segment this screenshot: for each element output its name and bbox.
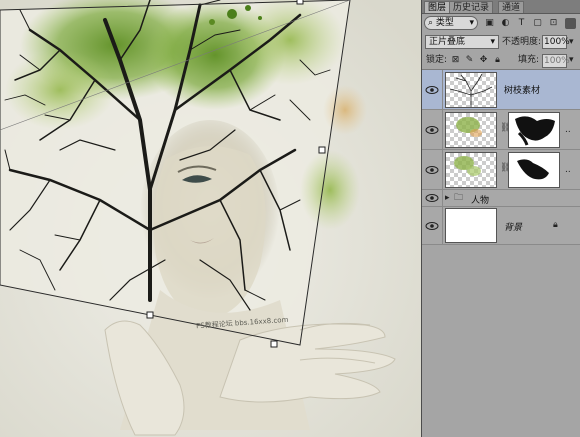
chevron-down-icon[interactable]: ▾ bbox=[569, 36, 574, 48]
layer-mask-thumbnail[interactable] bbox=[508, 112, 560, 148]
layer-thumbnail bbox=[445, 112, 497, 148]
layer-row-background[interactable]: 背景 🔒︎ bbox=[422, 207, 580, 245]
tab-history[interactable]: 历史记录 bbox=[449, 1, 494, 13]
eye-icon[interactable] bbox=[425, 165, 439, 175]
layer-thumbnail bbox=[445, 152, 497, 188]
layer-row-branches[interactable]: 树枝素材 bbox=[422, 70, 580, 110]
blend-mode-select[interactable]: 正片叠底 ▾ bbox=[425, 35, 499, 49]
folder-icon: 🗀︎ bbox=[454, 193, 464, 203]
filter-toggle-icon[interactable] bbox=[565, 18, 576, 29]
fill-label: 填充: bbox=[518, 55, 540, 65]
opacity-label: 不透明度: bbox=[502, 37, 542, 47]
layers-panel: 图层 历史记录 通道 ⌕ 类型 ▾ ▣ ◐ T ▢ ⊡ 正片叠底 ▾ 不透明度:… bbox=[421, 0, 580, 437]
image-filter-icon[interactable]: ▣ bbox=[484, 18, 495, 29]
adjustment-filter-icon[interactable]: ◐ bbox=[500, 18, 511, 29]
smart-object-filter-icon[interactable]: ⊡ bbox=[548, 18, 559, 29]
more-icon: .. bbox=[565, 125, 571, 135]
lock-label: 锁定: bbox=[426, 55, 448, 65]
search-icon: ⌕ bbox=[428, 18, 434, 28]
layer-name[interactable]: 树枝素材 bbox=[504, 83, 540, 96]
layer-filter-select[interactable]: ⌕ 类型 ▾ bbox=[424, 16, 478, 30]
canvas-artwork bbox=[0, 0, 421, 437]
fill-input[interactable]: 100% bbox=[542, 54, 570, 68]
lock-all-icon[interactable]: 🔒︎ bbox=[492, 55, 503, 66]
opacity-input[interactable]: 100% bbox=[542, 35, 570, 49]
panel-tab-bar: 图层 历史记录 通道 bbox=[422, 0, 580, 14]
group-name[interactable]: 人物 bbox=[471, 193, 489, 206]
layer-row-group[interactable]: ▸ 🗀︎ 人物 bbox=[422, 190, 580, 207]
tab-layers[interactable]: 图层 bbox=[424, 1, 451, 13]
lock-image-icon[interactable]: ✎ bbox=[464, 55, 475, 66]
lock-row: 锁定: ⊠ ✎ ✥ 🔒︎ 填充: 100% ▾ bbox=[422, 53, 580, 70]
chevron-down-icon: ▾ bbox=[490, 37, 495, 47]
chevron-down-icon[interactable]: ▾ bbox=[569, 54, 574, 66]
layer-row-masked-2[interactable]: ⛓︎ .. bbox=[422, 150, 580, 190]
eye-icon[interactable] bbox=[425, 85, 439, 95]
eye-icon[interactable] bbox=[425, 193, 439, 203]
text-filter-icon[interactable]: T bbox=[516, 18, 527, 29]
lock-transparent-icon[interactable]: ⊠ bbox=[450, 55, 461, 66]
layer-filter-label: 类型 bbox=[435, 18, 454, 28]
layer-name[interactable]: 背景 bbox=[504, 220, 522, 233]
expand-arrow-icon[interactable]: ▸ bbox=[445, 192, 450, 204]
document-canvas[interactable]: PS教程论坛 bbs.16xx8.com bbox=[0, 0, 421, 437]
blend-row: 正片叠底 ▾ 不透明度: 100% ▾ bbox=[422, 34, 580, 52]
layer-filter-row: ⌕ 类型 ▾ ▣ ◐ T ▢ ⊡ bbox=[422, 15, 580, 33]
layer-row-masked-1[interactable]: ⛓︎ .. bbox=[422, 110, 580, 150]
layer-thumbnail bbox=[445, 208, 497, 243]
chevron-down-icon: ▾ bbox=[469, 18, 474, 28]
layers-empty-area bbox=[422, 245, 580, 437]
eye-icon[interactable] bbox=[425, 221, 439, 231]
layer-thumbnail bbox=[445, 72, 497, 108]
layer-mask-thumbnail[interactable] bbox=[508, 152, 560, 188]
lock-position-icon[interactable]: ✥ bbox=[478, 55, 489, 66]
more-icon: .. bbox=[565, 165, 571, 175]
eye-icon[interactable] bbox=[425, 125, 439, 135]
lock-icon: 🔒︎ bbox=[553, 220, 558, 230]
tab-channels[interactable]: 通道 bbox=[498, 1, 525, 13]
shape-filter-icon[interactable]: ▢ bbox=[532, 18, 543, 29]
blend-mode-value: 正片叠底 bbox=[429, 37, 466, 47]
